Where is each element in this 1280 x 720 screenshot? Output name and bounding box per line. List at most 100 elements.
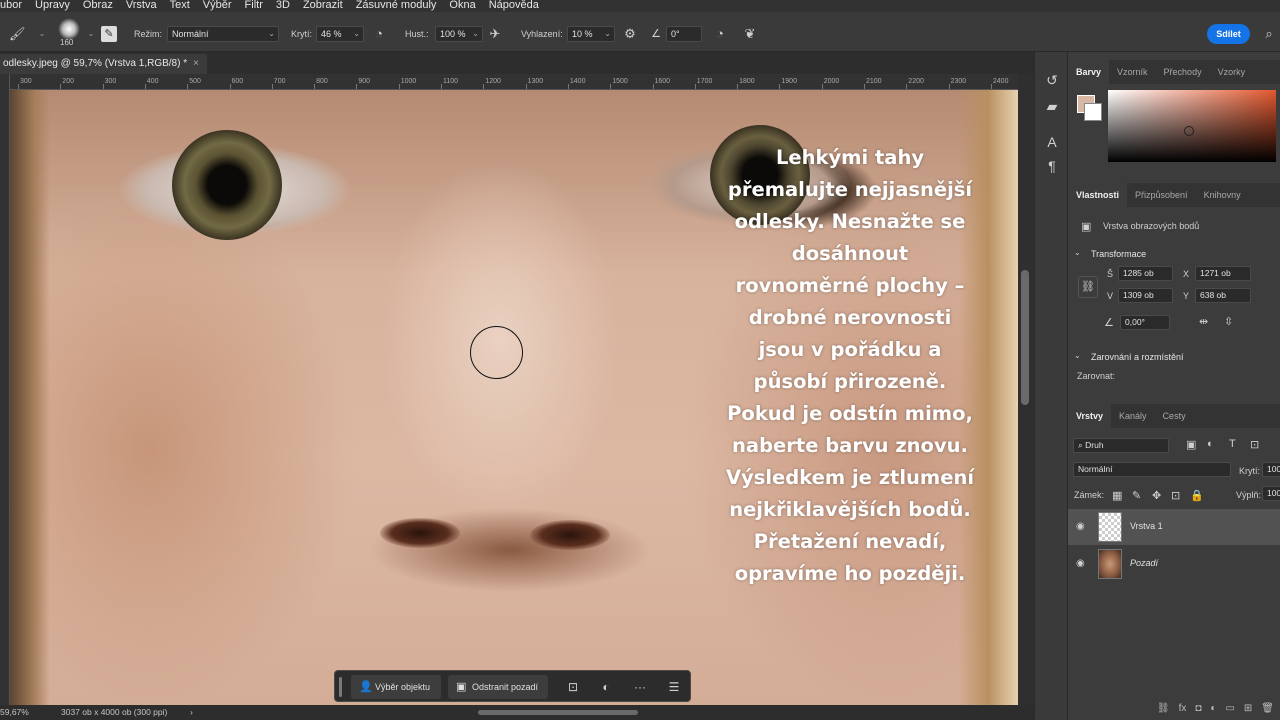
y-field[interactable]: 638 ob — [1195, 288, 1251, 303]
lock-artboard-icon[interactable]: ⊡ — [1171, 489, 1180, 502]
tab-paths[interactable]: Cesty — [1155, 404, 1194, 428]
lock-position-icon[interactable]: ✥ — [1152, 489, 1161, 502]
smoothing-field[interactable]: 10 % ⌄ — [567, 26, 615, 42]
tab-patterns[interactable]: Vzorky — [1210, 60, 1254, 84]
menu-help[interactable]: Nápověda — [482, 0, 545, 11]
share-button[interactable]: Sdílet — [1207, 24, 1250, 44]
link-icon[interactable]: ⛓ — [1078, 276, 1098, 298]
status-menu-arrow[interactable]: › — [190, 707, 193, 717]
filter-pixel-icon[interactable]: ▣ — [1186, 438, 1196, 451]
eye-icon[interactable]: ◉ — [1076, 521, 1085, 532]
tab-color[interactable]: Barvy — [1068, 60, 1110, 84]
symmetry-icon[interactable]: ❦ — [742, 26, 758, 42]
link-layers-icon[interactable]: ⛓ — [1157, 703, 1170, 714]
menu-layer[interactable]: Vrstva — [119, 0, 163, 11]
color-picker-cursor[interactable] — [1184, 126, 1194, 136]
lock-pixels-icon[interactable]: ✎ — [1132, 489, 1141, 502]
filter-shape-icon[interactable]: ⊡ — [1250, 438, 1259, 451]
layer-filter-select[interactable]: ⌕ Druh — [1073, 438, 1169, 453]
eye-icon[interactable]: ◉ — [1076, 558, 1085, 569]
chevron-down-icon[interactable]: ⌄ — [83, 26, 99, 42]
taskbar-drag-handle[interactable] — [339, 677, 342, 697]
y-label: Y — [1183, 291, 1190, 301]
brush-tool-icon[interactable]: 🖌 — [9, 26, 26, 42]
transform-icon[interactable]: ⊡ — [561, 675, 585, 699]
menu-3d[interactable]: 3D — [269, 0, 296, 11]
menu-view[interactable]: Zobrazit — [296, 0, 349, 11]
layer-mask-icon[interactable]: ◘ — [1195, 703, 1201, 714]
layer-opacity-field[interactable]: 100 — [1262, 462, 1280, 477]
history-icon[interactable]: ↺ — [1042, 70, 1062, 90]
document-canvas[interactable]: Lehkými tahy přemalujte nejjasnější odle… — [10, 90, 1018, 705]
paragraph-icon[interactable]: ¶ — [1042, 156, 1062, 176]
select-subject-button[interactable]: 👤 Výběr objektu — [351, 675, 441, 699]
ruler-tick — [229, 84, 231, 89]
delete-layer-icon[interactable]: 🗑 — [1261, 703, 1274, 714]
layer-row-vrstva-1[interactable]: ◉ Vrstva 1 — [1068, 509, 1280, 545]
menu-image[interactable]: Obraz — [76, 0, 119, 11]
background-color-swatch[interactable] — [1084, 103, 1102, 121]
filter-adjustment-icon[interactable]: ◐ — [1207, 438, 1214, 450]
brush-settings-icon[interactable]: ✎ — [101, 26, 117, 42]
menu-type[interactable]: Text — [163, 0, 196, 11]
pressure-opacity-icon[interactable]: ◔ — [371, 26, 387, 42]
chevron-down-icon[interactable]: ⌄ — [1074, 351, 1081, 360]
new-adjustment-icon[interactable]: ◐ — [1210, 703, 1216, 714]
filter-type-icon[interactable]: T — [1229, 438, 1236, 450]
zoom-level[interactable]: 59,67% — [0, 707, 29, 717]
chevron-down-icon[interactable]: ⌄ — [1074, 248, 1081, 257]
ruler-tick-label: 800 — [316, 78, 328, 85]
search-icon[interactable]: ⌕ — [1261, 26, 1277, 42]
flip-vertical-icon[interactable]: ⇳ — [1224, 315, 1233, 328]
vertical-ruler — [0, 74, 10, 706]
close-icon[interactable]: × — [193, 58, 199, 69]
menu-plugins[interactable]: Zásuvné moduly — [349, 0, 443, 11]
tab-swatches[interactable]: Vzorník — [1109, 60, 1156, 84]
new-group-icon[interactable]: ▭ — [1225, 703, 1234, 714]
remove-background-button[interactable]: ▣ Odstranit pozadí — [448, 675, 548, 699]
blend-mode-select[interactable]: Normální — [1073, 462, 1231, 477]
comments-icon[interactable]: ▰ — [1042, 96, 1062, 116]
airbrush-icon[interactable]: ✈ — [487, 26, 503, 42]
more-options-icon[interactable]: ··· — [628, 675, 652, 699]
mode-select[interactable]: Normální ⌄ — [167, 26, 279, 42]
rotation-field[interactable]: 0,00° — [1120, 315, 1170, 330]
tab-channels[interactable]: Kanály — [1111, 404, 1155, 428]
layer-style-icon[interactable]: fx — [1179, 703, 1187, 714]
lock-all-icon[interactable]: 🔒 — [1190, 489, 1204, 502]
ruler-tick — [737, 84, 739, 89]
angle-field[interactable]: 0° — [666, 26, 702, 42]
layer-row-background[interactable]: ◉ Pozadí — [1068, 546, 1280, 582]
adjustment-icon[interactable]: ◐ — [594, 675, 618, 699]
menu-select[interactable]: Výběr — [196, 0, 238, 11]
character-icon[interactable]: A — [1042, 132, 1062, 152]
menu-file[interactable]: ubor — [0, 0, 28, 11]
settings-sliders-icon[interactable]: ☰ — [662, 675, 686, 699]
x-field[interactable]: 1271 ob — [1195, 266, 1251, 281]
tab-gradients[interactable]: Přechody — [1156, 60, 1210, 84]
vertical-scrollbar-thumb[interactable] — [1021, 270, 1029, 405]
gear-icon[interactable]: ⚙ — [622, 26, 638, 42]
tab-adjustments[interactable]: Přizpůsobení — [1127, 183, 1196, 207]
flow-field[interactable]: 100 % ⌄ — [435, 26, 483, 42]
tab-properties[interactable]: Vlastnosti — [1068, 183, 1128, 207]
pressure-size-icon[interactable]: ◔ — [712, 26, 728, 42]
menu-window[interactable]: Okna — [442, 0, 481, 11]
width-field[interactable]: 1285 ob — [1118, 266, 1173, 281]
flip-horizontal-icon[interactable]: ⇹ — [1199, 315, 1208, 328]
ruler-tick — [821, 84, 823, 89]
new-layer-icon[interactable]: ⊞ — [1244, 703, 1252, 714]
chevron-down-icon[interactable]: ⌄ — [34, 26, 50, 42]
document-tab[interactable]: odlesky.jpeg @ 59,7% (Vrstva 1,RGB/8) * × — [0, 54, 207, 74]
fill-field[interactable]: 100 — [1262, 486, 1280, 501]
menu-filter[interactable]: Filtr — [238, 0, 269, 11]
opacity-field[interactable]: 46 % ⌄ — [316, 26, 364, 42]
tab-libraries[interactable]: Knihovny — [1196, 183, 1249, 207]
lock-transparent-icon[interactable]: ▦ — [1112, 489, 1122, 502]
brush-preset-preview[interactable] — [58, 18, 80, 40]
menu-edit[interactable]: Úpravy — [28, 0, 76, 11]
height-field[interactable]: 1309 ob — [1118, 288, 1173, 303]
color-picker-field[interactable] — [1108, 90, 1276, 162]
tab-layers[interactable]: Vrstvy — [1068, 404, 1112, 428]
horizontal-scrollbar-thumb[interactable] — [478, 710, 638, 715]
